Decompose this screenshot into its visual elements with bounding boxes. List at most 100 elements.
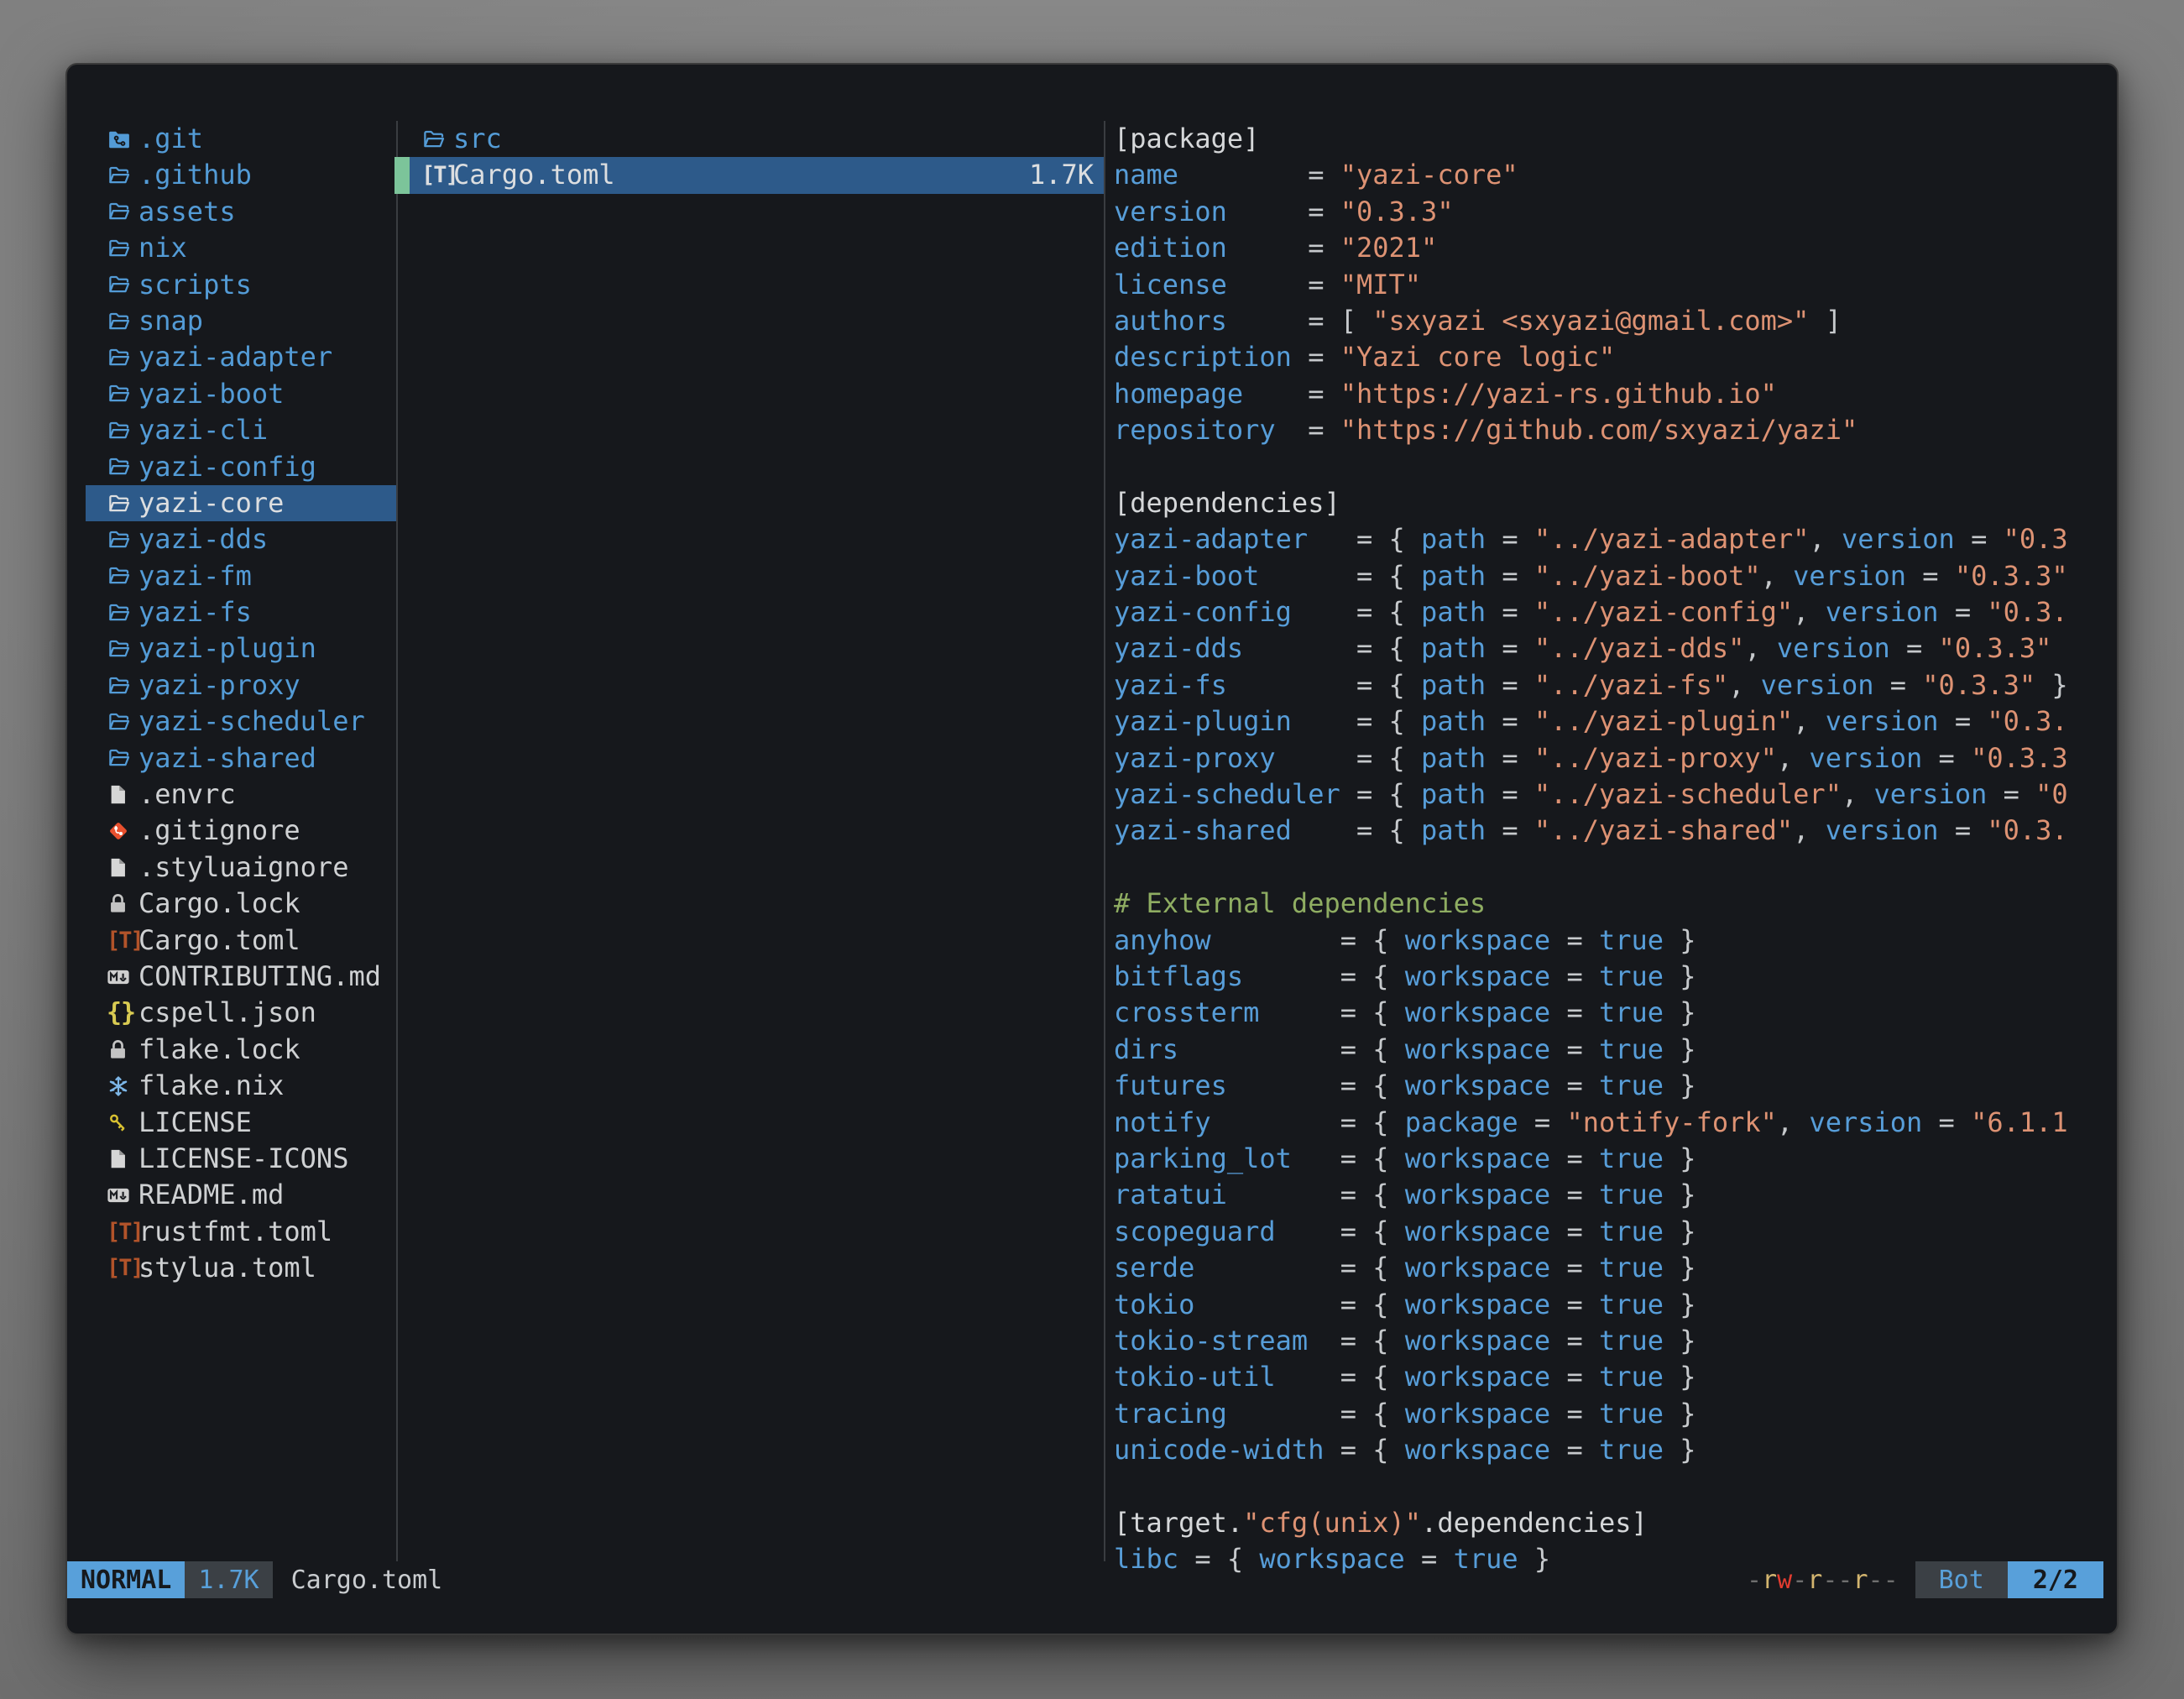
file-permissions: -rw-r--r-- (1747, 1566, 1899, 1595)
file-size-label: 1.7K (198, 1566, 259, 1595)
preview-line: tokio-stream = { workspace = true } (1114, 1323, 2068, 1359)
preview-line: yazi-shared = { path = "../yazi-shared",… (1114, 813, 2068, 849)
folder-icon (107, 345, 138, 370)
file-name: nix (138, 230, 187, 266)
file-item-flake.lock[interactable]: flake.lock (67, 1032, 396, 1068)
status-bar-right: -rw-r--r-- Bot 2/2 (1747, 1561, 2103, 1598)
preview-line: [dependencies] (1114, 485, 2068, 521)
file-name: LICENSE-ICONS (138, 1141, 348, 1177)
file-name: flake.lock (138, 1032, 300, 1068)
dir-item-yazi-boot[interactable]: yazi-boot (67, 376, 396, 412)
dir-item-yazi-plugin[interactable]: yazi-plugin (67, 630, 396, 667)
file-name: .git (138, 121, 203, 157)
file-item-.gitignore[interactable]: .gitignore (67, 813, 396, 849)
dir-item-snap[interactable]: snap (67, 303, 396, 339)
preview-line: # External dependencies (1114, 886, 2068, 922)
dir-item-yazi-proxy[interactable]: yazi-proxy (67, 667, 396, 703)
file-size: 1.7K (1029, 157, 1104, 193)
folder-icon (107, 673, 138, 698)
preview-line: bitflags = { workspace = true } (1114, 959, 2068, 995)
dir-item-yazi-fs[interactable]: yazi-fs (67, 594, 396, 630)
dir-item-yazi-dds[interactable]: yazi-dds (67, 521, 396, 557)
preview-line: version = "0.3.3" (1114, 194, 2068, 230)
toml-icon: [T] (107, 1214, 138, 1250)
folder-icon (107, 163, 138, 188)
file-item-Cargo.lock[interactable]: Cargo.lock (67, 886, 396, 922)
file-name: yazi-scheduler (138, 703, 365, 740)
file-item-stylua.toml[interactable]: [T]stylua.toml (67, 1250, 396, 1286)
preview-line: [package] (1114, 121, 2068, 157)
folder-icon (421, 127, 453, 152)
file-item-flake.nix[interactable]: flake.nix (67, 1068, 396, 1104)
file-name: Cargo.toml (453, 157, 615, 193)
file-name: .envrc (138, 776, 236, 813)
dir-item-yazi-scheduler[interactable]: yazi-scheduler (67, 703, 396, 740)
preview-line: homepage = "https://yazi-rs.github.io" (1114, 376, 2068, 412)
dir-item-yazi-cli[interactable]: yazi-cli (67, 412, 396, 448)
file-item-LICENSE-ICONS[interactable]: LICENSE-ICONS (67, 1141, 396, 1177)
file-name: README.md (138, 1177, 284, 1213)
json-icon: {} (107, 995, 138, 1031)
folder-icon (107, 454, 138, 479)
preview-line: tokio = { workspace = true } (1114, 1287, 2068, 1323)
file-name: yazi-plugin (138, 630, 316, 667)
folder-icon (107, 600, 138, 625)
preview-line: serde = { workspace = true } (1114, 1250, 2068, 1286)
preview-line: [target."cfg(unix)".dependencies] (1114, 1505, 2068, 1541)
selection-marker (394, 157, 410, 193)
file-item-.envrc[interactable]: .envrc (67, 776, 396, 813)
git-icon (107, 819, 138, 843)
dir-item-.github[interactable]: .github (67, 157, 396, 193)
file-name: cspell.json (138, 995, 316, 1031)
dir-item-yazi-core[interactable]: yazi-core (86, 485, 396, 521)
folder-icon (107, 527, 138, 552)
preview-line: ratatui = { workspace = true } (1114, 1177, 2068, 1213)
status-bar: NORMAL 1.7K Cargo.toml -rw-r--r-- Bot 2/… (67, 1561, 2103, 1598)
preview-line (1114, 1468, 2068, 1504)
preview-line: yazi-boot = { path = "../yazi-boot", ver… (1114, 558, 2068, 594)
preview-line: dirs = { workspace = true } (1114, 1032, 2068, 1068)
dir-item-yazi-config[interactable]: yazi-config (67, 449, 396, 485)
file-name: yazi-dds (138, 521, 268, 557)
preview-line: anyhow = { workspace = true } (1114, 923, 2068, 959)
scroll-position-badge: Bot (1915, 1561, 2008, 1598)
dir-item-scripts[interactable]: scripts (67, 267, 396, 303)
current-directory-pane: src[T]Cargo.toml 1.7K (398, 121, 1104, 194)
preview-line: yazi-fs = { path = "../yazi-fs", version… (1114, 667, 2068, 703)
preview-line: repository = "https://github.com/sxyazi/… (1114, 412, 2068, 448)
dir-item-.git[interactable]: .git (67, 121, 396, 157)
file-item-LICENSE[interactable]: LICENSE (67, 1105, 396, 1141)
preview-line: parking_lot = { workspace = true } (1114, 1141, 2068, 1177)
folder-icon (107, 563, 138, 588)
preview-line: yazi-dds = { path = "../yazi-dds", versi… (1114, 630, 2068, 667)
file-name: .styluaignore (138, 850, 348, 886)
file-item-cspell.json[interactable]: {}cspell.json (67, 995, 396, 1031)
markdown-icon (107, 1184, 138, 1207)
preview-line: unicode-width = { workspace = true } (1114, 1432, 2068, 1468)
preview-line: crossterm = { workspace = true } (1114, 995, 2068, 1031)
folder-icon (107, 199, 138, 224)
folder-icon (107, 381, 138, 406)
toml-icon: [T] (421, 157, 453, 193)
file-item-Cargo.toml[interactable]: [T]Cargo.toml (67, 923, 396, 959)
file-name: yazi-cli (138, 412, 268, 448)
file-name: .gitignore (138, 813, 300, 849)
folder-icon (107, 418, 138, 443)
folder-icon (107, 236, 138, 261)
dir-item-yazi-adapter[interactable]: yazi-adapter (67, 339, 396, 375)
dir-item-src[interactable]: src (398, 121, 1104, 157)
dir-item-nix[interactable]: nix (67, 230, 396, 266)
dir-item-yazi-fm[interactable]: yazi-fm (67, 558, 396, 594)
dir-item-yazi-shared[interactable]: yazi-shared (67, 740, 396, 776)
file-item-Cargo.toml[interactable]: [T]Cargo.toml 1.7K (410, 157, 1104, 193)
file-item-README.md[interactable]: README.md (67, 1177, 396, 1213)
lock-icon (107, 1038, 138, 1061)
file-item-.styluaignore[interactable]: .styluaignore (67, 850, 396, 886)
preview-line (1114, 449, 2068, 485)
preview-line: yazi-plugin = { path = "../yazi-plugin",… (1114, 703, 2068, 740)
dir-item-assets[interactable]: assets (67, 194, 396, 230)
file-item-rustfmt.toml[interactable]: [T]rustfmt.toml (67, 1214, 396, 1250)
file-item-CONTRIBUTING.md[interactable]: CONTRIBUTING.md (67, 959, 396, 995)
file-icon (107, 1147, 138, 1170)
file-preview-pane: [package]name = "yazi-core"version = "0.… (1114, 121, 2068, 1578)
